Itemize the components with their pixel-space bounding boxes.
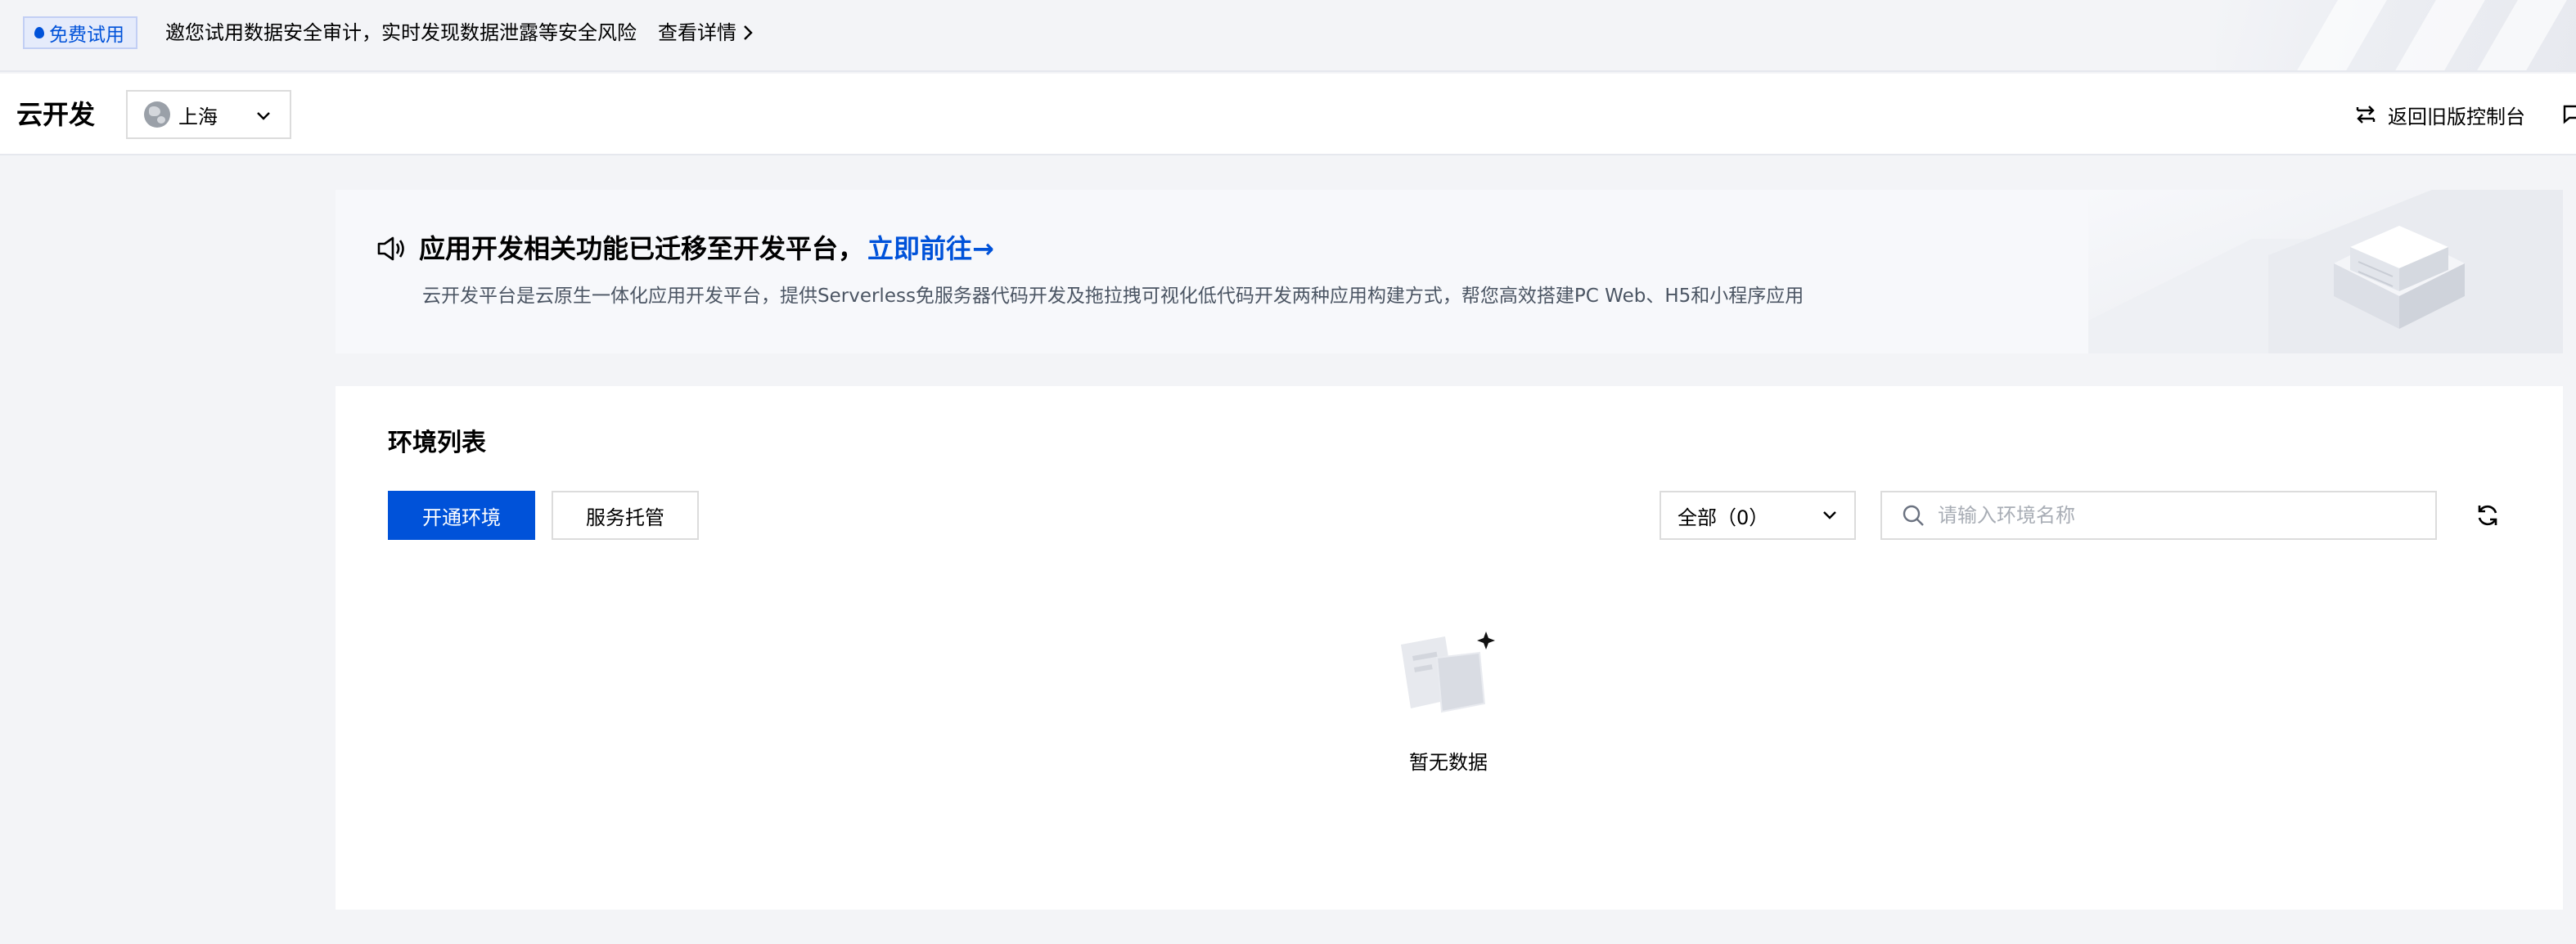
server-illustration bbox=[2088, 190, 2563, 353]
environment-search-field[interactable] bbox=[1880, 491, 2437, 540]
refresh-button[interactable] bbox=[2471, 499, 2504, 532]
environment-filter-select[interactable]: 全部（0） bbox=[1660, 491, 1856, 540]
notice-title-text: 应用开发相关功能已迁移至开发平台， bbox=[419, 233, 865, 264]
chevron-right-icon bbox=[744, 25, 753, 40]
back-to-old-console-button[interactable]: 返回旧版控制台 bbox=[2353, 95, 2525, 134]
service-hosting-button[interactable]: 服务托管 bbox=[552, 491, 699, 540]
top-navigation-bar: 云开发 上海 返回旧版控制台 bbox=[0, 74, 2576, 155]
view-details-label: 查看详情 bbox=[658, 21, 736, 44]
product-title: 云开发 bbox=[16, 99, 96, 130]
speaker-icon bbox=[376, 235, 408, 263]
chevron-down-icon bbox=[257, 112, 270, 120]
view-details-link[interactable]: 查看详情 bbox=[658, 18, 753, 47]
migration-notice: 应用开发相关功能已迁移至开发平台， 立即前往→ 云开发平台是云原生一体化应用开发… bbox=[336, 190, 2563, 353]
empty-state-text: 暂无数据 bbox=[1409, 751, 1488, 774]
globe-icon bbox=[144, 101, 170, 128]
free-trial-label: 免费试用 bbox=[49, 25, 124, 46]
environment-list-title: 环境列表 bbox=[388, 429, 486, 457]
free-trial-badge: 免费试用 bbox=[23, 16, 137, 49]
back-to-old-console-label: 返回旧版控制台 bbox=[2388, 105, 2525, 128]
notice-description: 云开发平台是云原生一体化应用开发平台，提供Serverless免服务器代码开发及… bbox=[422, 285, 1804, 307]
search-icon bbox=[1903, 505, 1924, 526]
create-environment-button[interactable]: 开通环境 bbox=[388, 491, 535, 540]
refresh-icon bbox=[2478, 505, 2497, 526]
promo-banner: 免费试用 邀您试用数据安全审计，实时发现数据泄露等安全风险 查看详情 bbox=[0, 0, 2576, 72]
environment-list-card: 环境列表 开通环境 服务托管 全部（0） 暂无数据 bbox=[336, 386, 2563, 910]
go-now-link[interactable]: 立即前往→ bbox=[867, 231, 994, 267]
promo-decoration bbox=[2216, 0, 2576, 70]
region-label: 上海 bbox=[178, 105, 218, 128]
empty-documents-icon bbox=[1401, 632, 1495, 713]
feedback-icon[interactable] bbox=[2561, 98, 2576, 131]
notice-title: 应用开发相关功能已迁移至开发平台， 立即前往→ bbox=[376, 231, 994, 267]
environment-search-input[interactable] bbox=[1938, 504, 2396, 527]
switch-icon bbox=[2356, 106, 2376, 124]
region-selector[interactable]: 上海 bbox=[126, 90, 291, 139]
promo-text: 邀您试用数据安全审计，实时发现数据泄露等安全风险 bbox=[165, 21, 637, 44]
filter-selected-value: 全部（0） bbox=[1678, 506, 1769, 529]
drop-icon bbox=[34, 27, 44, 38]
chevron-down-icon bbox=[1823, 511, 1836, 519]
